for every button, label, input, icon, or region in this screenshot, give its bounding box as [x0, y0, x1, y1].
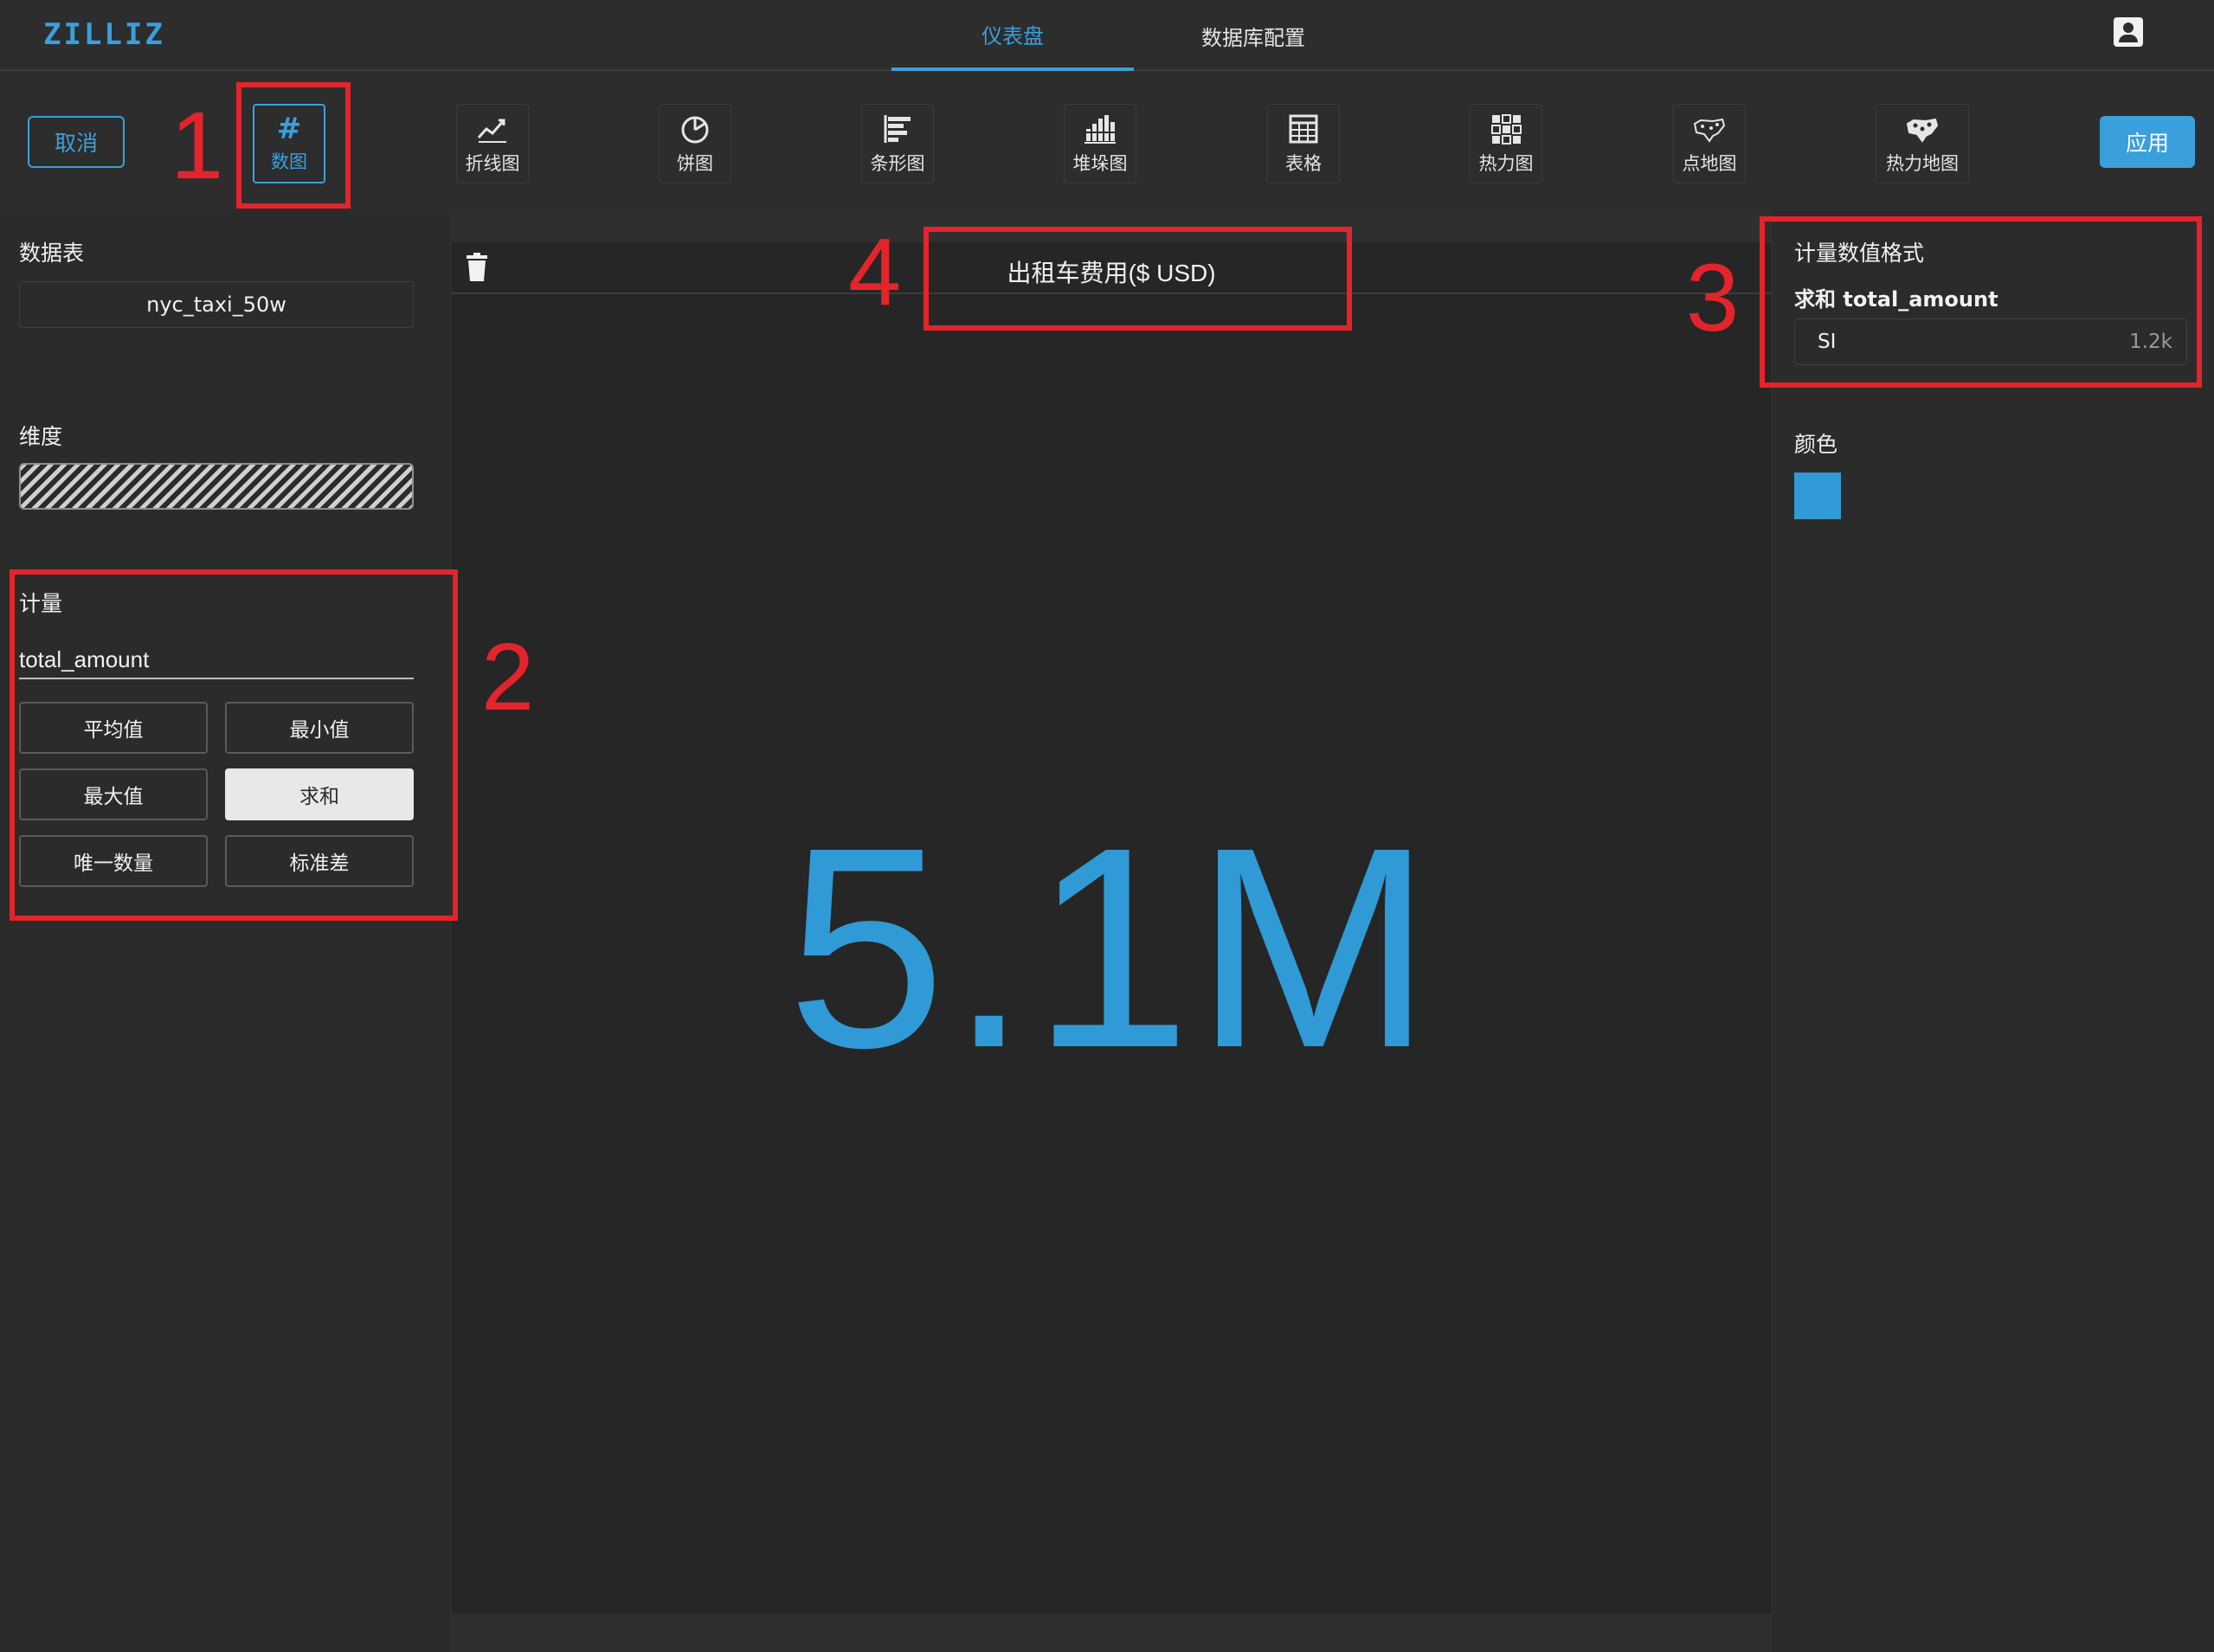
chart-type-label: 热力地图: [1886, 153, 1959, 174]
chart-type-heat-map[interactable]: 热力地图: [1876, 104, 1969, 183]
annotation-number-3: 3: [1686, 245, 1740, 351]
annotation-number-2: 2: [481, 624, 535, 730]
annotation-box-4: [924, 227, 1352, 331]
heat-map-icon: [1906, 118, 1939, 143]
dimension-label: 维度: [19, 424, 63, 449]
chart-type-label: 饼图: [677, 153, 713, 174]
pie-chart-icon: [681, 116, 709, 144]
chart-preview-panel: 出租车费用($ USD) 5.1M: [452, 242, 1771, 1614]
table-select[interactable]: nyc_taxi_50w: [19, 281, 414, 328]
dimension-drop-zone[interactable]: [19, 463, 414, 510]
annotation-box-3: [1760, 216, 2202, 388]
number-value: 5.1M: [787, 787, 1436, 1107]
chart-type-label: 堆垛图: [1072, 153, 1128, 174]
annotation-box-2: [10, 569, 458, 921]
chart-type-label: 条形图: [870, 153, 925, 174]
stacked-chart-icon: [1084, 115, 1116, 144]
cancel-button[interactable]: 取消: [28, 116, 125, 168]
chart-type-label: 点地图: [1682, 153, 1737, 174]
chart-type-bar[interactable]: 条形图: [861, 104, 934, 183]
color-swatch[interactable]: [1794, 472, 1841, 519]
chart-type-stacked[interactable]: 堆垛图: [1064, 104, 1136, 183]
left-config-panel: [0, 211, 450, 1652]
annotation-number-4: 4: [848, 219, 902, 325]
chart-type-point-map[interactable]: 点地图: [1673, 104, 1746, 183]
chart-type-label: 表格: [1285, 153, 1322, 174]
chart-type-table[interactable]: 表格: [1267, 104, 1340, 183]
heatmap-icon: [1491, 114, 1522, 145]
bar-chart-icon: [884, 115, 911, 143]
annotation-box-1: [236, 82, 351, 209]
annotation-number-1: 1: [171, 93, 224, 199]
page: ZILLIZ 仪表盘 数据库配置 取消 # 数图 折线图 饼图 条形图 堆垛图 …: [0, 0, 2214, 1652]
apply-button[interactable]: 应用: [2100, 116, 2195, 168]
chart-type-pie[interactable]: 饼图: [659, 104, 731, 183]
right-style-panel: [1773, 211, 2214, 1652]
chart-type-line[interactable]: 折线图: [456, 104, 529, 183]
nav-tab-dashboard[interactable]: 仪表盘: [891, 0, 1134, 71]
chart-type-heatmap[interactable]: 热力图: [1470, 104, 1542, 183]
chart-type-label: 折线图: [465, 153, 520, 174]
line-chart-icon: [477, 119, 506, 143]
color-label: 颜色: [1794, 432, 1838, 457]
account-icon[interactable]: [2114, 17, 2143, 47]
chart-type-label: 热力图: [1478, 153, 1534, 174]
table-label: 数据表: [19, 241, 85, 266]
nav-tab-database-config[interactable]: 数据库配置: [1132, 0, 1374, 71]
zilliz-logo[interactable]: ZILLIZ: [43, 17, 165, 52]
top-navbar: ZILLIZ 仪表盘 数据库配置: [0, 0, 2214, 71]
table-icon: [1289, 114, 1318, 144]
point-map-icon: [1693, 118, 1726, 143]
